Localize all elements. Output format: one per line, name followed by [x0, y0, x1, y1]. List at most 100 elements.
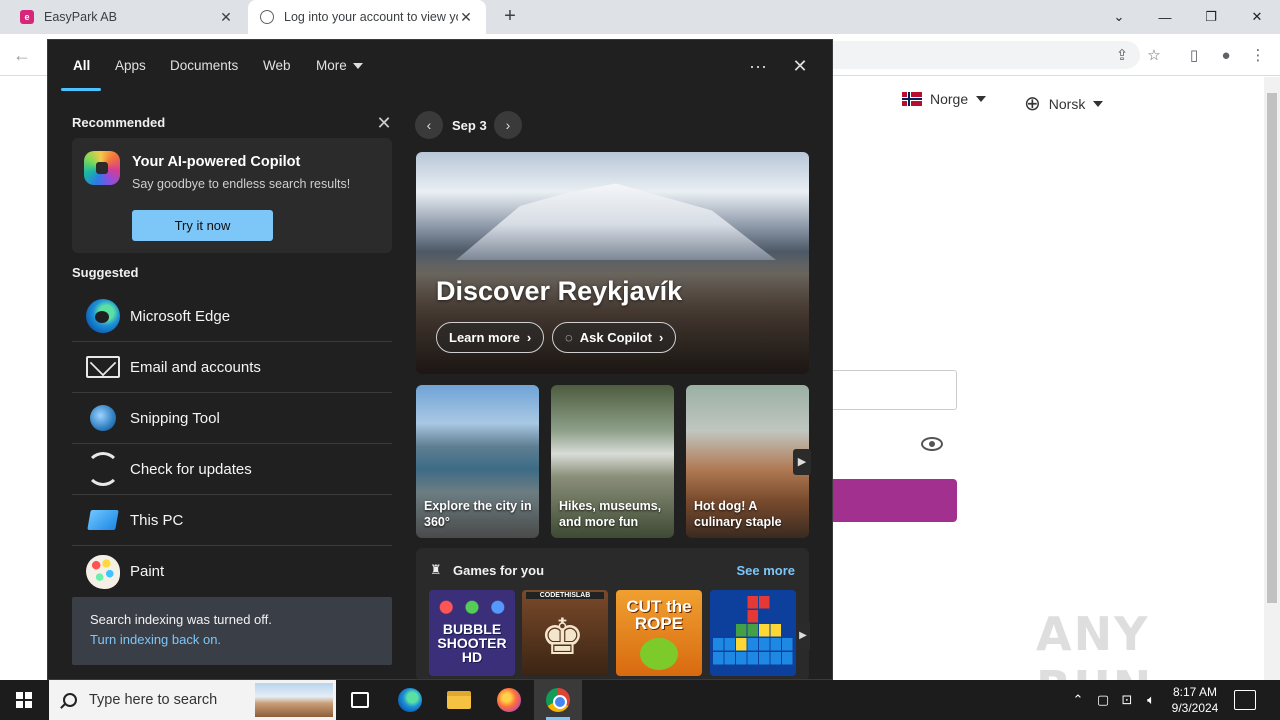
- suggested-item-label: Check for updates: [130, 460, 252, 478]
- tab-web[interactable]: Web: [263, 58, 291, 73]
- paint-palette-icon: [86, 554, 120, 589]
- games-scroll-right-icon[interactable]: ▶: [796, 623, 810, 649]
- search-icon: [63, 693, 77, 707]
- suggested-item-label: This PC: [130, 511, 184, 529]
- copilot-title: Your AI-powered Copilot: [132, 154, 301, 170]
- task-view-icon: [351, 692, 369, 708]
- taskbar-edge[interactable]: [386, 680, 434, 720]
- turn-indexing-on-link[interactable]: Turn indexing back on.: [90, 632, 221, 647]
- back-arrow-icon[interactable]: ←: [10, 43, 34, 67]
- explore-city-card[interactable]: Explore the city in 360°: [416, 385, 539, 538]
- tab-easypark[interactable]: e EasyPark AB ✕: [8, 0, 246, 34]
- tetris-block: [782, 652, 793, 665]
- next-day-button[interactable]: ›: [494, 111, 522, 139]
- copilot-icon: [84, 151, 120, 185]
- indexing-message: Search indexing was turned off.: [90, 612, 272, 627]
- tab-search-dropdown-icon[interactable]: ⌄: [1096, 0, 1142, 34]
- tab-apps[interactable]: Apps: [115, 58, 146, 73]
- share-icon[interactable]: ⇪: [1111, 44, 1133, 66]
- ask-copilot-label: Ask Copilot: [579, 330, 652, 345]
- chevron-down-icon: [976, 96, 987, 102]
- game-title: CUT the ROPE: [626, 597, 692, 633]
- page-scrollbar[interactable]: [1264, 77, 1280, 680]
- start-button[interactable]: [0, 680, 48, 720]
- restore-button[interactable]: ❐: [1188, 0, 1234, 34]
- chess-king-icon: ♚: [540, 609, 585, 665]
- taskbar-clock[interactable]: 8:17 AM 9/3/2024: [1164, 684, 1226, 716]
- game-bubble-shooter[interactable]: BUBBLE SHOOTER HD: [429, 590, 515, 676]
- hot-dog-card[interactable]: Hot dog! A culinary staple: [686, 385, 809, 538]
- previous-day-button[interactable]: ‹: [415, 111, 443, 139]
- cards-scroll-right-icon[interactable]: ▶: [793, 449, 811, 475]
- scrollbar-thumb[interactable]: [1267, 93, 1277, 603]
- suggested-item-microsoft-edge[interactable]: Microsoft Edge: [72, 291, 392, 342]
- search-highlight-thumbnail: [255, 683, 333, 717]
- tetris-block: [770, 624, 781, 637]
- address-bar[interactable]: [820, 41, 1140, 69]
- tetris-block: [747, 610, 758, 623]
- suggested-item-this-pc[interactable]: This PC: [72, 495, 392, 546]
- clock-time: 8:17 AM: [1172, 685, 1218, 699]
- windows-taskbar: Type here to search ⌃ ▢ ⊡ 🔈︎ 8:17 AM 9/3…: [0, 680, 1280, 720]
- norway-flag-icon: [902, 92, 922, 106]
- device-icon[interactable]: ▢: [1092, 680, 1114, 720]
- hero-title: Discover Reykjavík: [436, 276, 683, 306]
- minimize-button[interactable]: —: [1142, 0, 1188, 34]
- suggested-item-email-accounts[interactable]: Email and accounts: [72, 342, 392, 393]
- volume-icon[interactable]: 🔈︎: [1140, 680, 1162, 720]
- tab-documents[interactable]: Documents: [170, 58, 238, 73]
- taskbar-file-explorer[interactable]: [435, 680, 483, 720]
- dismiss-recommended-icon[interactable]: ✕: [374, 113, 394, 133]
- reykjavik-hero-card[interactable]: Discover Reykjavík Learn more › ◌ Ask Co…: [416, 152, 809, 374]
- task-view-button[interactable]: [336, 680, 384, 720]
- active-tab-indicator: [61, 88, 101, 91]
- network-icon[interactable]: ⊡: [1116, 680, 1138, 720]
- bookmark-star-icon[interactable]: ☆: [1143, 44, 1165, 66]
- country-label: Norge: [930, 91, 969, 107]
- ask-copilot-button[interactable]: ◌ Ask Copilot ›: [552, 322, 677, 353]
- tetris-block: [724, 638, 735, 651]
- suggested-item-snipping-tool[interactable]: Snipping Tool: [72, 393, 392, 444]
- new-tab-button[interactable]: +: [498, 4, 522, 28]
- suggested-item-label: Microsoft Edge: [130, 307, 231, 325]
- tab-login[interactable]: Log into your account to view yo ✕: [248, 0, 486, 34]
- game-cut-the-rope[interactable]: CUT the ROPE: [616, 590, 702, 676]
- taskbar-search-box[interactable]: Type here to search: [49, 680, 336, 720]
- suggested-item-paint[interactable]: Paint: [72, 546, 392, 597]
- tab-title: Log into your account to view yo: [284, 10, 458, 24]
- tab-all[interactable]: All: [73, 58, 90, 73]
- close-window-button[interactable]: ✕: [1234, 0, 1280, 34]
- snipping-tool-icon: [86, 401, 120, 435]
- chat-bubble-icon: ◌: [565, 330, 573, 345]
- profile-avatar-icon[interactable]: ●: [1215, 44, 1237, 66]
- see-more-link[interactable]: See more: [736, 563, 795, 578]
- learn-more-button[interactable]: Learn more ›: [436, 322, 545, 353]
- taskbar-search-placeholder: Type here to search: [89, 692, 218, 708]
- close-panel-icon[interactable]: ✕: [788, 54, 812, 78]
- suggested-item-check-updates[interactable]: Check for updates: [72, 444, 392, 495]
- tetris-block: [759, 652, 770, 665]
- tetris-block: [747, 596, 758, 609]
- taskbar-firefox[interactable]: [485, 680, 533, 720]
- tab-close-icon[interactable]: ✕: [218, 9, 234, 26]
- tetris-block: [713, 638, 724, 651]
- hikes-museums-card[interactable]: Hikes, museums, and more fun: [551, 385, 674, 538]
- game-chess[interactable]: CODETHISLAB ♚: [522, 590, 608, 676]
- show-hidden-icons-chevron-icon[interactable]: ⌃: [1068, 680, 1088, 720]
- tetris-block: [713, 652, 724, 665]
- refresh-icon: [86, 452, 120, 486]
- taskbar-chrome[interactable]: [534, 680, 582, 720]
- chrome-menu-icon[interactable]: ⋮: [1247, 44, 1269, 66]
- side-panel-icon[interactable]: ▯: [1183, 44, 1205, 66]
- game-tetris[interactable]: [710, 590, 796, 676]
- country-selector[interactable]: Norge: [902, 91, 987, 107]
- tab-close-icon[interactable]: ✕: [458, 9, 474, 26]
- suggested-item-label: Email and accounts: [130, 358, 261, 376]
- language-selector[interactable]: ⊕ Norsk: [1024, 91, 1104, 116]
- chrome-icon: [546, 688, 570, 712]
- tab-more[interactable]: More: [316, 58, 363, 73]
- more-options-icon[interactable]: ···: [746, 54, 770, 78]
- show-password-eye-icon[interactable]: [921, 437, 943, 451]
- notification-center-icon[interactable]: [1234, 690, 1256, 710]
- try-it-now-button[interactable]: Try it now: [132, 210, 273, 241]
